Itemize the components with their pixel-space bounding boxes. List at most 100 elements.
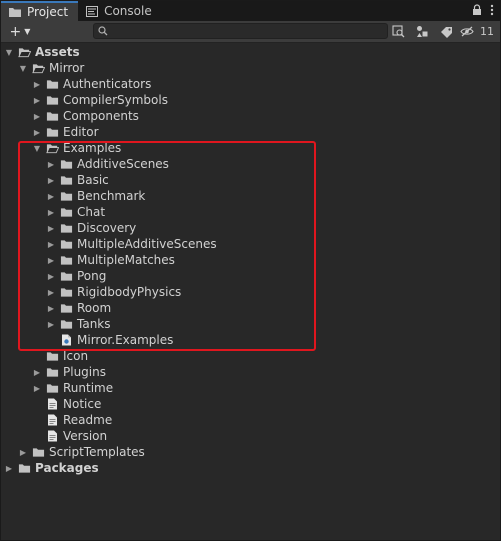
tree-item-runtime[interactable]: ▶ Runtime [1,380,500,396]
folder-icon [60,303,73,314]
folder-icon [60,207,73,218]
tab-project-label: Project [27,5,69,19]
folder-icon [18,463,31,474]
tree-item-room[interactable]: ▶ Room [1,300,500,316]
tree-item-label: MultipleAdditiveScenes [77,237,217,251]
filter-by-type-button[interactable] [412,23,432,40]
folder-open-icon [18,47,31,58]
collapse-arrow-icon[interactable]: ▶ [46,268,56,284]
tree-item-label: RigidbodyPhysics [77,285,182,299]
tab-project[interactable]: Project [1,1,79,21]
collapse-arrow-icon[interactable]: ▶ [46,188,56,204]
tree-item-label: Readme [63,413,113,427]
tree-item-additive-scenes[interactable]: ▶ AdditiveScenes [1,156,500,172]
tree-item-label: ScriptTemplates [49,445,145,459]
tree-item-multiple-additive-scenes[interactable]: ▶ MultipleAdditiveScenes [1,236,500,252]
lock-icon[interactable] [472,3,482,19]
folder-open-icon [32,63,45,74]
expand-arrow-icon[interactable]: ▼ [18,60,28,76]
collapse-arrow-icon[interactable]: ▶ [46,252,56,268]
tab-tools [472,1,500,21]
collapse-arrow-icon[interactable]: ▶ [46,156,56,172]
tree-item-plugins[interactable]: ▶ Plugins [1,364,500,380]
tree-item-label: CompilerSymbols [63,93,168,107]
tree-item-discovery[interactable]: ▶ Discovery [1,220,500,236]
collapse-arrow-icon[interactable]: ▶ [32,364,42,380]
kebab-menu-icon[interactable] [490,4,494,19]
tree-item-mirror[interactable]: ▼ Mirror [1,60,500,76]
tree-item-basic[interactable]: ▶ Basic [1,172,500,188]
search-input[interactable] [108,24,387,38]
project-tree: ▼ Assets ▼ Mirror ▶ Authenticators ▶ Com… [1,44,500,476]
tree-item-version[interactable]: Version [1,428,500,444]
tree-item-label: Plugins [63,365,106,379]
collapse-arrow-icon[interactable]: ▶ [46,284,56,300]
folder-icon [60,255,73,266]
tree-item-icon[interactable]: Icon [1,348,500,364]
tree-item-label: Benchmark [77,189,146,203]
folder-icon [60,175,73,186]
tree-item-label: Components [63,109,139,123]
folder-icon [60,287,73,298]
expand-arrow-icon[interactable]: ▼ [4,44,14,60]
collapse-arrow-icon[interactable]: ▶ [46,236,56,252]
tree-item-editor[interactable]: ▶ Editor [1,124,500,140]
tree-item-notice[interactable]: Notice [1,396,500,412]
folder-icon [46,367,59,378]
tree-item-tanks[interactable]: ▶ Tanks [1,316,500,332]
tree-item-benchmark[interactable]: ▶ Benchmark [1,188,500,204]
folder-icon [60,191,73,202]
create-button[interactable]: + ▼ [5,23,35,41]
assembly-definition-icon [60,334,73,346]
search-icon [98,26,108,36]
toolbar-icons: 11 [388,23,494,40]
collapse-arrow-icon[interactable]: ▶ [46,300,56,316]
project-window: Project Console + ▼ 11 ▼ Assets ▼ Mirror… [0,0,501,541]
tree-item-label: Packages [35,461,99,475]
project-toolbar: + ▼ 11 [1,21,500,43]
collapse-arrow-icon[interactable]: ▶ [46,316,56,332]
tree-item-readme[interactable]: Readme [1,412,500,428]
tab-console[interactable]: Console [78,1,162,21]
tree-item-label: Examples [63,141,122,155]
tree-item-script-templates[interactable]: ▶ ScriptTemplates [1,444,500,460]
folder-icon [46,127,59,138]
console-icon [85,5,99,17]
collapse-arrow-icon[interactable]: ▶ [46,220,56,236]
tree-item-mirror-examples[interactable]: Mirror.Examples [1,332,500,348]
search-field[interactable] [93,23,388,39]
tree-item-assets[interactable]: ▼ Assets [1,44,500,60]
tree-item-label: AdditiveScenes [77,157,169,171]
collapse-arrow-icon[interactable]: ▶ [32,380,42,396]
collapse-arrow-icon[interactable]: ▶ [32,124,42,140]
folder-icon [60,319,73,330]
tree-item-label: Pong [77,269,107,283]
collapse-arrow-icon[interactable]: ▶ [18,444,28,460]
collapse-arrow-icon[interactable]: ▶ [32,76,42,92]
filter-by-label-button[interactable] [436,23,456,40]
collapse-arrow-icon[interactable]: ▶ [4,460,14,476]
collapse-arrow-icon[interactable]: ▶ [32,92,42,108]
folder-icon [8,6,22,18]
collapse-arrow-icon[interactable]: ▶ [46,172,56,188]
hidden-packages-toggle[interactable]: 11 [460,23,494,40]
expand-arrow-icon[interactable]: ▼ [32,140,42,156]
folder-icon [60,239,73,250]
tree-item-multiple-matches[interactable]: ▶ MultipleMatches [1,252,500,268]
search-by-type-button[interactable] [388,23,408,40]
tree-item-packages[interactable]: ▶ Packages [1,460,500,476]
tree-item-components[interactable]: ▶ Components [1,108,500,124]
tree-item-authenticators[interactable]: ▶ Authenticators [1,76,500,92]
tree-item-label: Mirror [49,61,85,75]
tree-item-pong[interactable]: ▶ Pong [1,268,500,284]
collapse-arrow-icon[interactable]: ▶ [32,108,42,124]
tree-item-rigidbody-physics[interactable]: ▶ RigidbodyPhysics [1,284,500,300]
tree-item-compiler-symbols[interactable]: ▶ CompilerSymbols [1,92,500,108]
folder-icon [32,447,45,458]
tree-item-examples[interactable]: ▼ Examples [1,140,500,156]
collapse-arrow-icon[interactable]: ▶ [46,204,56,220]
text-file-icon [46,430,59,442]
tree-item-label: Version [63,429,108,443]
tree-item-chat[interactable]: ▶ Chat [1,204,500,220]
folder-icon [46,351,59,362]
